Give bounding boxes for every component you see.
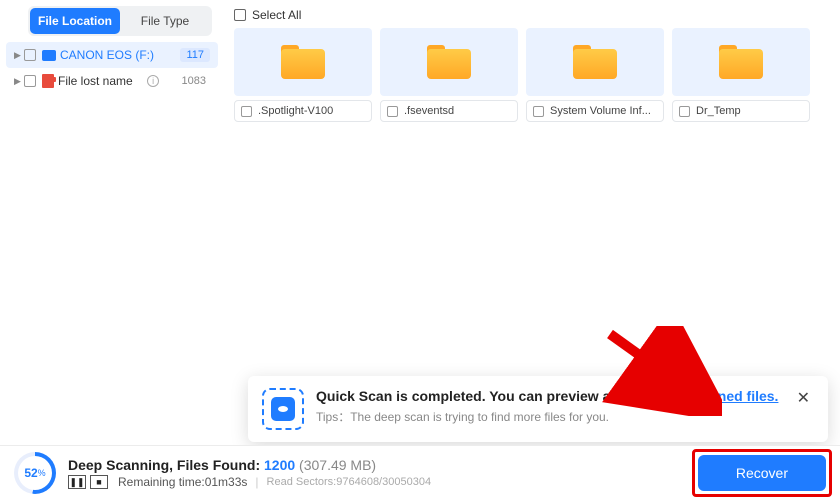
- folder-caption: .Spotlight-V100: [234, 100, 372, 122]
- notice-title: Quick Scan is completed. You can preview…: [316, 388, 793, 404]
- recover-link[interactable]: recover scanned files.: [631, 388, 778, 404]
- folder-name: .Spotlight-V100: [258, 105, 333, 117]
- caret-icon: ▶: [14, 50, 22, 61]
- stop-button[interactable]: ■: [90, 475, 108, 489]
- scan-status: Deep Scanning, Files Found: 1200 (307.49…: [68, 457, 698, 473]
- divider: |: [255, 475, 258, 489]
- checkbox[interactable]: [234, 9, 246, 21]
- quick-scan-notice: Quick Scan is completed. You can preview…: [248, 376, 828, 442]
- folder-card[interactable]: .Spotlight-V100: [234, 28, 372, 122]
- main-panel: Select All .Spotlight-V100 .fseventsd Sy…: [222, 0, 840, 440]
- folder-caption: Dr_Temp: [672, 100, 810, 122]
- folder-name: .fseventsd: [404, 105, 454, 117]
- tab-file-location[interactable]: File Location: [30, 8, 120, 34]
- notice-subtitle: Tips：The deep scan is trying to find mor…: [316, 408, 793, 425]
- recover-highlight: Recover: [698, 455, 826, 491]
- scan-title: Deep Scanning, Files Found:: [68, 457, 264, 473]
- app-shell: File Location File Type ▶ CANON EOS (F:)…: [0, 0, 840, 440]
- recover-button[interactable]: Recover: [698, 455, 826, 491]
- folder-thumb: [672, 28, 810, 96]
- folder-caption: .fseventsd: [380, 100, 518, 122]
- checkbox[interactable]: [24, 49, 36, 61]
- folder-card[interactable]: System Volume Inf...: [526, 28, 664, 122]
- folder-icon: [427, 45, 471, 79]
- checkbox[interactable]: [241, 106, 252, 117]
- sectors-value: 9764608/30050304: [336, 476, 431, 488]
- tree-label: CANON EOS (F:): [60, 48, 154, 62]
- folder-icon: [573, 45, 617, 79]
- drive-icon: [42, 50, 56, 61]
- preview-icon: [262, 388, 304, 430]
- footer-body: Deep Scanning, Files Found: 1200 (307.49…: [68, 457, 698, 489]
- tree-item-drive[interactable]: ▶ CANON EOS (F:) 117: [6, 42, 218, 68]
- remaining-label: Remaining time:: [118, 475, 205, 489]
- folder-grid: .Spotlight-V100 .fseventsd System Volume…: [234, 28, 828, 122]
- progress-ring: 52%: [14, 452, 56, 494]
- select-all-row[interactable]: Select All: [234, 8, 828, 22]
- tree-count: 117: [180, 48, 210, 62]
- tree-item-lost[interactable]: ▶ File lost name i 1083: [6, 68, 218, 94]
- footer: 52% Deep Scanning, Files Found: 1200 (30…: [0, 445, 840, 500]
- folder-name: System Volume Inf...: [550, 105, 651, 117]
- checkbox[interactable]: [533, 106, 544, 117]
- caret-icon: ▶: [14, 76, 22, 87]
- close-icon[interactable]: ✕: [793, 388, 814, 408]
- files-size: (307.49 MB): [295, 457, 376, 473]
- select-all-label: Select All: [252, 8, 301, 22]
- folder-thumb: [380, 28, 518, 96]
- notice-body: Quick Scan is completed. You can preview…: [316, 388, 793, 425]
- folder-icon: [719, 45, 763, 79]
- lost-file-icon: [42, 74, 54, 88]
- remaining-time: 01m33s: [205, 475, 248, 489]
- tree-count: 1083: [178, 75, 210, 87]
- sectors-label: Read Sectors:: [267, 476, 337, 488]
- checkbox[interactable]: [387, 106, 398, 117]
- tree: ▶ CANON EOS (F:) 117 ▶ File lost name i …: [6, 42, 218, 94]
- checkbox[interactable]: [24, 75, 36, 87]
- folder-thumb: [526, 28, 664, 96]
- checkbox[interactable]: [679, 106, 690, 117]
- folder-thumb: [234, 28, 372, 96]
- tab-file-type[interactable]: File Type: [120, 8, 210, 34]
- folder-caption: System Volume Inf...: [526, 100, 664, 122]
- files-found: 1200: [264, 457, 295, 473]
- sidebar: File Location File Type ▶ CANON EOS (F:)…: [0, 0, 222, 440]
- folder-icon: [281, 45, 325, 79]
- info-icon[interactable]: i: [147, 75, 159, 87]
- notice-title-text: Quick Scan is completed. You can preview…: [316, 388, 631, 404]
- scan-details: ❚❚ ■ Remaining time: 01m33s | Read Secto…: [68, 475, 698, 489]
- progress-value: 52%: [18, 456, 52, 490]
- folder-card[interactable]: .fseventsd: [380, 28, 518, 122]
- folder-card[interactable]: Dr_Temp: [672, 28, 810, 122]
- tree-label: File lost name: [58, 74, 133, 88]
- sidebar-tabs: File Location File Type: [28, 6, 212, 36]
- pause-button[interactable]: ❚❚: [68, 475, 86, 489]
- folder-name: Dr_Temp: [696, 105, 741, 117]
